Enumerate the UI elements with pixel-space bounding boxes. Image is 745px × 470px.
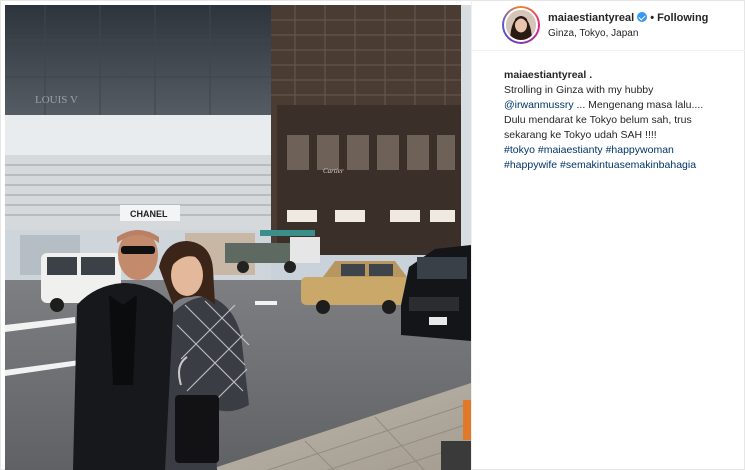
hashtag-row-1: #tokyo #maiaestianty #happywoman	[504, 143, 740, 158]
hashtag-link[interactable]: #semakintuasemakinbahagia	[560, 159, 696, 171]
user-line: maiaestiantyreal • Following	[548, 11, 708, 25]
caption-line-4: sekarang ke Tokyo udah SAH !!!!	[504, 129, 657, 141]
post-sidebar: maiaestiantyreal • Following Ginza, Tokyo,…	[471, 1, 745, 470]
louis-vuitton-sign: LOUIS V	[35, 94, 78, 106]
location-link[interactable]: Ginza, Tokyo, Japan	[548, 28, 638, 39]
separator-dot: •	[650, 12, 655, 24]
post-photo[interactable]: LOUIS V CHANEL Cartier	[5, 5, 471, 470]
post-header: maiaestiantyreal • Following Ginza, Tokyo,…	[472, 1, 745, 51]
avatar-image	[506, 10, 536, 40]
hashtag-link[interactable]: #happywife	[504, 159, 557, 171]
hashtag-link[interactable]: #happywoman	[606, 144, 674, 156]
caption-line-1: Strolling in Ginza with my hubby	[504, 84, 654, 96]
hashtag-link[interactable]: #tokyo	[504, 144, 535, 156]
instagram-post: LOUIS V CHANEL Cartier maiaestiantyreal …	[0, 0, 745, 470]
avatar[interactable]	[504, 8, 538, 42]
cartier-sign: Cartier	[323, 167, 344, 175]
username-link[interactable]: maiaestiantyreal	[548, 12, 634, 24]
following-button[interactable]: Following	[657, 12, 708, 24]
caption-username-link[interactable]: maiaestiantyreal .	[504, 69, 592, 81]
verified-badge-icon	[637, 12, 648, 22]
post-caption: maiaestiantyreal . Strolling in Ginza wi…	[504, 68, 740, 173]
street-scene-image: LOUIS V CHANEL Cartier	[5, 5, 471, 470]
caption-line-2-rest: ... Mengenang masa lalu....	[573, 99, 704, 111]
story-ring[interactable]	[502, 6, 540, 44]
mention-link[interactable]: @irwanmussry	[504, 99, 574, 111]
hashtag-row-2: #happywife #semakintuasemakinbahagia	[504, 158, 740, 173]
chanel-sign: CHANEL	[130, 209, 168, 219]
hashtag-link[interactable]: #maiaestianty	[538, 144, 603, 156]
caption-line-3: Dulu mendarat ke Tokyo belum sah, trus	[504, 114, 692, 126]
